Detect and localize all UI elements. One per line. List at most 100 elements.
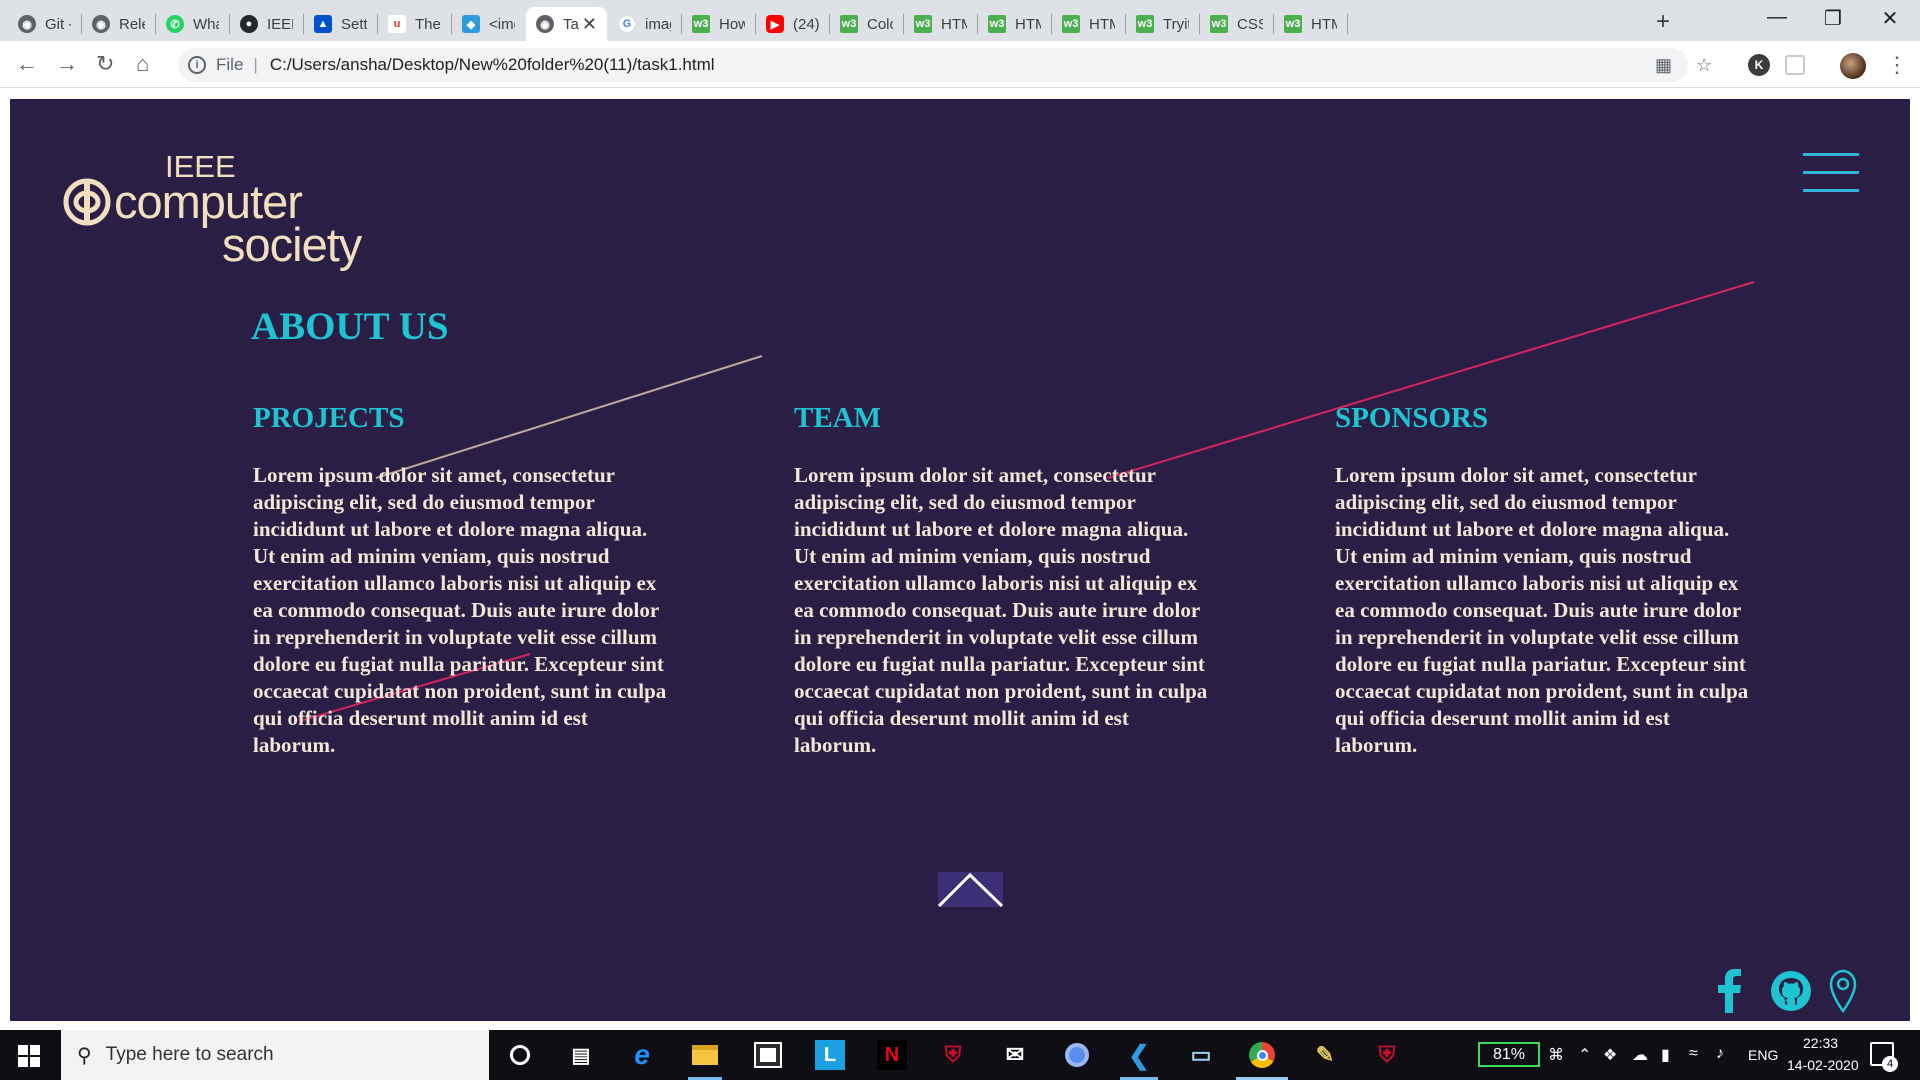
- browser-tab[interactable]: w3 Tryit E: [1126, 7, 1199, 41]
- tab-title: Settin: [341, 15, 367, 33]
- extension-k-icon[interactable]: K: [1748, 54, 1770, 76]
- w3-icon: w3: [840, 15, 858, 33]
- browser-tab[interactable]: ● IEEECS: [230, 7, 303, 41]
- team-body: Lorem ipsum dolor sit amet, consectetur …: [794, 463, 1208, 757]
- back-icon[interactable]: ←: [16, 51, 38, 77]
- bookmark-star-icon[interactable]: ☆: [1696, 55, 1712, 76]
- clock-time[interactable]: 22:33: [1803, 1035, 1838, 1051]
- extension-icon[interactable]: [1785, 55, 1805, 75]
- edge-icon[interactable]: e: [627, 1039, 657, 1070]
- home-icon[interactable]: ⌂: [136, 51, 149, 77]
- cortana-icon[interactable]: [505, 1040, 535, 1070]
- windows-taskbar: ⚲ Type here to search ▤ e L N ⛨ ✉ ❮ ▭ ✎ …: [0, 1030, 1920, 1080]
- tab-title: Whats: [193, 15, 219, 33]
- notepad-icon[interactable]: ▭: [1186, 1040, 1216, 1070]
- battery-indicator[interactable]: 81%: [1478, 1042, 1540, 1067]
- w-icon: u: [388, 15, 406, 33]
- facebook-icon[interactable]: [1716, 969, 1742, 1013]
- tab-title: HTML: [1015, 15, 1041, 33]
- close-tab-icon[interactable]: ✕: [582, 14, 597, 35]
- github-icon[interactable]: [1769, 969, 1813, 1013]
- browser-tab[interactable]: w3 CSS Le: [1200, 7, 1273, 41]
- info-icon[interactable]: i: [188, 56, 206, 74]
- browser-tab[interactable]: u The W: [378, 7, 451, 41]
- tab-strip: ◉ Git - D ◉ Releas ✆ Whats ● IEEECS ▲ Settin u The …: [0, 0, 1920, 41]
- logo-line-society: society: [222, 218, 362, 271]
- chevron-up-icon: [937, 872, 1004, 908]
- sponsors-column: SPONSORS Lorem ipsum dolor sit amet, con…: [1335, 402, 1755, 759]
- browser-tab[interactable]: ◉ Releas: [82, 7, 155, 41]
- store-icon[interactable]: [753, 1040, 783, 1070]
- codepen-icon: ◆: [462, 15, 480, 33]
- language-indicator[interactable]: ENG: [1748, 1047, 1778, 1063]
- browser-app-icon[interactable]: [1062, 1040, 1092, 1070]
- reload-icon[interactable]: ↻: [96, 51, 114, 77]
- browser-tab[interactable]: w3 HTML: [1052, 7, 1125, 41]
- browser-tab[interactable]: w3 HTML: [904, 7, 977, 41]
- browser-tab[interactable]: w3 How T: [682, 7, 755, 41]
- w3-icon: w3: [1210, 15, 1228, 33]
- atlassian-icon: ▲: [314, 15, 332, 33]
- avatar[interactable]: [1840, 53, 1866, 79]
- browser-tab[interactable]: ✆ Whats: [156, 7, 229, 41]
- power-plug-icon[interactable]: ⌘: [1548, 1045, 1564, 1065]
- ieee-emblem-icon: [63, 178, 111, 225]
- mcafee-icon[interactable]: ⛨: [938, 1040, 968, 1070]
- browser-tab[interactable]: w3 HTML: [978, 7, 1051, 41]
- browser-tab[interactable]: w3 Colors: [830, 7, 903, 41]
- projects-body: Lorem ipsum dolor sit amet, consectetur …: [253, 463, 667, 757]
- browser-tab[interactable]: ◉ Git - D: [8, 7, 81, 41]
- wifi-icon[interactable]: ≈: [1689, 1045, 1698, 1063]
- tab-title: image: [645, 15, 671, 33]
- restore-icon[interactable]: ❐: [1813, 6, 1853, 31]
- browser-tab[interactable]: ▶ (24) D: [756, 7, 829, 41]
- browser-tab[interactable]: ▲ Settin: [304, 7, 377, 41]
- tab-title: Ta: [563, 15, 579, 33]
- battery-icon[interactable]: ▮: [1661, 1045, 1670, 1065]
- chevron-up-icon[interactable]: ⌃: [1578, 1045, 1591, 1065]
- browser-tab[interactable]: w3 HTML: [1274, 7, 1347, 41]
- youtube-icon: ▶: [766, 15, 784, 33]
- toolbar: ← → ↻ ⌂ i File | C:/Users/ansha/Desktop/…: [0, 41, 1920, 88]
- hamburger-menu-button[interactable]: [1803, 149, 1859, 197]
- vscode-icon[interactable]: ❮: [1124, 1040, 1154, 1070]
- mcafee-shield-icon[interactable]: ⛨: [1372, 1040, 1402, 1070]
- tab-title: <img: [489, 15, 515, 33]
- new-tab-button[interactable]: +: [1656, 8, 1670, 36]
- hamburger-bar: [1803, 189, 1859, 192]
- w3-icon: w3: [988, 15, 1006, 33]
- taskbar-search-input[interactable]: ⚲ Type here to search: [61, 1030, 489, 1080]
- team-column: TEAM Lorem ipsum dolor sit amet, consect…: [794, 402, 1214, 759]
- mail-icon[interactable]: ✉: [1000, 1040, 1030, 1070]
- translate-icon[interactable]: ▦: [1655, 55, 1672, 76]
- forward-icon[interactable]: →: [56, 51, 78, 77]
- windows-start-icon[interactable]: [18, 1045, 40, 1067]
- menu-kebab-icon[interactable]: ⋮: [1886, 52, 1908, 78]
- w3-icon: w3: [1136, 15, 1154, 33]
- volume-icon[interactable]: ♪: [1716, 1045, 1724, 1063]
- browser-tab[interactable]: Gimage: [608, 7, 681, 41]
- task-view-icon[interactable]: ▤: [566, 1040, 596, 1070]
- tab-separator: [1347, 14, 1348, 34]
- scroll-to-top-button[interactable]: [937, 872, 1004, 908]
- globe-icon: ◉: [18, 15, 36, 33]
- l-app-icon[interactable]: L: [815, 1040, 845, 1070]
- paint-icon[interactable]: ✎: [1310, 1040, 1340, 1070]
- url-text[interactable]: C:/Users/ansha/Desktop/New%20folder%20(1…: [270, 55, 715, 75]
- clock-date[interactable]: 14-02-2020: [1787, 1057, 1859, 1073]
- netflix-icon[interactable]: N: [877, 1040, 907, 1070]
- close-window-icon[interactable]: ✕: [1870, 6, 1910, 31]
- location-pin-icon[interactable]: [1828, 969, 1858, 1013]
- onedrive-icon[interactable]: ☁: [1632, 1045, 1648, 1065]
- dropbox-icon[interactable]: ❖: [1603, 1045, 1617, 1065]
- projects-column: PROJECTS Lorem ipsum dolor sit amet, con…: [253, 402, 673, 759]
- tab-title: IEEECS: [267, 15, 293, 33]
- address-bar[interactable]: i File | C:/Users/ansha/Desktop/New%20fo…: [178, 48, 1688, 82]
- minimize-icon[interactable]: —: [1757, 6, 1797, 29]
- chrome-icon[interactable]: [1247, 1040, 1277, 1070]
- file-explorer-icon[interactable]: [690, 1040, 720, 1070]
- browser-tab[interactable]: ◉ Ta ✕: [526, 7, 607, 41]
- browser-tab[interactable]: ◆ <img: [452, 7, 525, 41]
- tab-title: Git - D: [45, 15, 71, 33]
- github-icon: ●: [240, 15, 258, 33]
